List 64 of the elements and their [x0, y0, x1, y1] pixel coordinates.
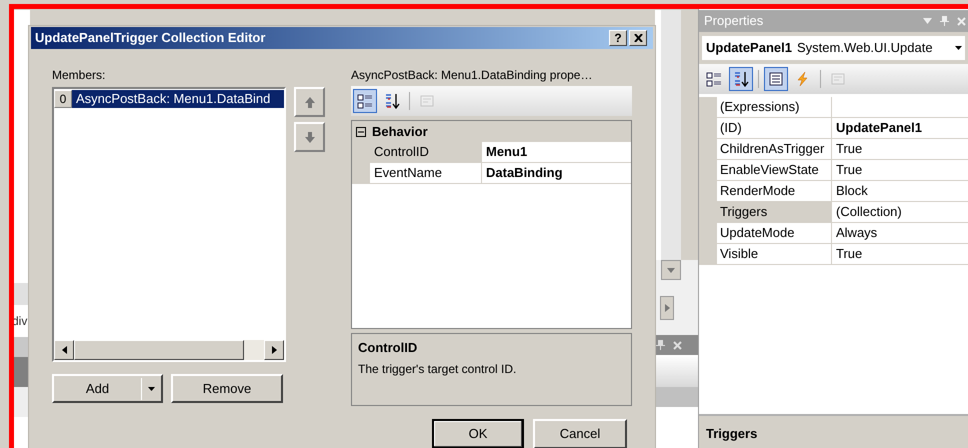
pin-icon: [656, 340, 665, 350]
property-value[interactable]: Always: [832, 223, 878, 243]
members-label: Members:: [52, 67, 106, 83]
add-button[interactable]: Add: [52, 374, 163, 403]
categorized-icon: [706, 71, 722, 87]
property-value[interactable]: (Collection): [832, 202, 902, 222]
arrow-down-icon: [304, 132, 314, 142]
alphabetical-button[interactable]: [729, 67, 753, 91]
tab-strip: [655, 387, 698, 407]
object-type: System.Web.UI.Update: [796, 39, 933, 58]
caret-right-icon: [664, 304, 670, 312]
close-icon: [634, 34, 642, 42]
description-title: Triggers: [706, 426, 758, 441]
scroll-thumb[interactable]: [74, 340, 244, 360]
description-title: ControlID: [358, 339, 418, 357]
cancel-button[interactable]: Cancel: [533, 419, 627, 448]
pages-icon: [419, 93, 435, 109]
property-value[interactable]: Block: [832, 181, 868, 201]
panel-title: Properties: [704, 12, 764, 30]
scroll-left-button[interactable]: [54, 340, 74, 360]
categorized-button[interactable]: [353, 89, 377, 113]
property-row[interactable]: Visible True: [699, 244, 968, 265]
property-name[interactable]: ControlID: [370, 142, 482, 162]
dropdown-icon[interactable]: [955, 46, 962, 50]
remove-button[interactable]: Remove: [171, 374, 283, 403]
caret-down-icon: [667, 268, 675, 272]
properties-label: AsyncPostBack: Menu1.DataBinding prope…: [351, 67, 594, 83]
categorized-icon: [357, 93, 373, 109]
member-item[interactable]: AsyncPostBack: Menu1.DataBind: [72, 90, 284, 108]
horizontal-scrollbar[interactable]: [54, 340, 284, 360]
scroll-down-button[interactable]: [661, 260, 681, 280]
property-name[interactable]: Triggers: [717, 202, 832, 222]
pages-icon: [830, 71, 846, 87]
object-selector[interactable]: UpdatePanel1 System.Web.UI.Update: [701, 35, 966, 61]
category-header[interactable]: Behavior: [372, 122, 428, 142]
ok-button[interactable]: OK: [432, 419, 524, 448]
object-name: UpdatePanel1: [706, 39, 792, 58]
property-value[interactable]: DataBinding: [482, 163, 631, 183]
property-value[interactable]: True: [832, 139, 862, 159]
list-icon: [768, 71, 784, 87]
help-button[interactable]: ?: [609, 30, 627, 46]
index-cell: 0: [54, 90, 72, 108]
property-value[interactable]: Menu1: [482, 142, 631, 162]
property-value[interactable]: True: [832, 160, 862, 180]
description-text: The trigger's target control ID.: [358, 360, 518, 378]
properties-button[interactable]: [764, 67, 788, 91]
window-title: UpdatePanelTrigger Collection Editor: [35, 29, 266, 48]
members-list[interactable]: 0 AsyncPostBack: Menu1.DataBind: [52, 87, 286, 362]
panel-toolbar: [655, 355, 698, 387]
caret-right-icon: [272, 346, 276, 354]
property-name[interactable]: Visible: [717, 244, 832, 264]
caret-down-icon: [148, 386, 155, 390]
move-down-button[interactable]: [294, 122, 325, 152]
property-row[interactable]: EventName DataBinding: [352, 163, 631, 184]
caret-left-icon: [62, 346, 66, 354]
property-value[interactable]: True: [832, 244, 862, 264]
close-button[interactable]: [629, 30, 647, 46]
close-icon: [673, 340, 682, 350]
move-up-button[interactable]: [294, 87, 325, 117]
property-value[interactable]: UpdatePanel1: [832, 118, 922, 138]
arrow-up-icon: [304, 96, 314, 108]
sort-icon: [384, 93, 400, 109]
collapse-icon[interactable]: [356, 126, 366, 136]
sort-icon: [733, 71, 749, 87]
